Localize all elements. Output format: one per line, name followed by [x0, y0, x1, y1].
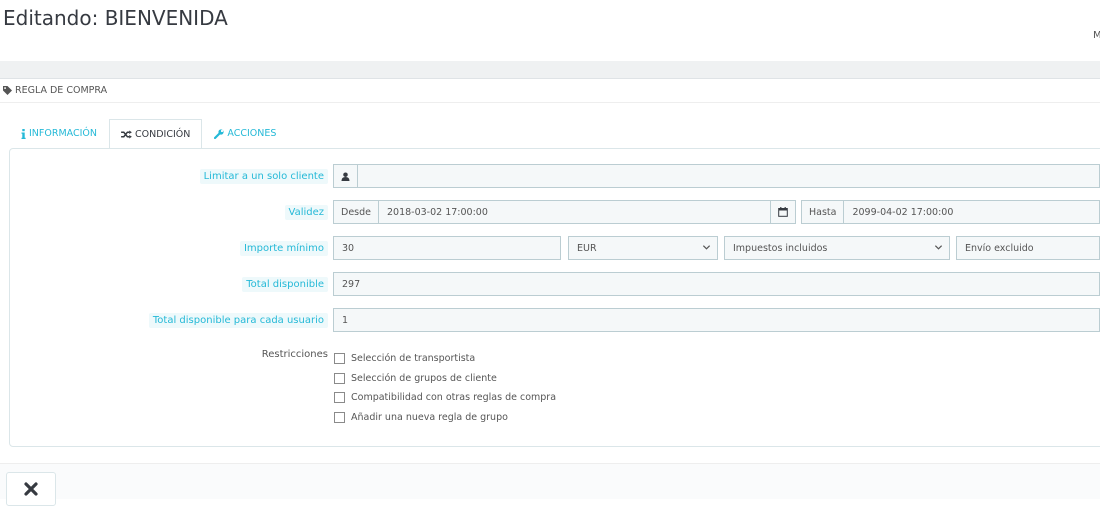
random-icon [121, 130, 132, 139]
customer-input[interactable] [333, 164, 1100, 188]
restriction-label: Selección de grupos de cliente [351, 372, 497, 384]
minimum-label-wrap: Importe mínimo [239, 236, 328, 260]
chevron-down-icon [934, 245, 943, 250]
date-to-value: 2099-04-02 17:00:00 [852, 206, 954, 218]
restriction-carrier[interactable]: Selección de transportista [334, 349, 556, 369]
validity-label: Validez [284, 204, 328, 220]
tab-bar: INFORMACIÓN CONDICIÓN ACCIONES [9, 118, 288, 149]
cancel-button[interactable] [6, 472, 56, 506]
date-to-input[interactable]: Hasta 2099-04-02 17:00:00 [801, 200, 1100, 224]
restriction-customer-groups[interactable]: Selección de grupos de cliente [334, 369, 556, 389]
restrictions-label-wrap: Restricciones [262, 344, 328, 364]
currency-select[interactable]: EUR [568, 236, 718, 260]
date-from-value: 2018-03-02 17:00:00 [386, 206, 488, 218]
tag-icon [3, 86, 12, 95]
minimum-label: Importe mínimo [239, 240, 328, 256]
validity-label-wrap: Validez [284, 200, 328, 224]
chevron-down-icon [702, 245, 711, 250]
top-right-text: M [1093, 30, 1100, 41]
checkbox[interactable] [334, 392, 345, 404]
wrench-icon [214, 128, 224, 139]
restriction-label: Selección de transportista [351, 353, 476, 365]
restriction-label: Compatibilidad con otras reglas de compr… [351, 392, 557, 404]
restriction-label: Añadir una nueva regla de grupo [351, 411, 508, 423]
customer-label-wrap: Limitar a un solo cliente [199, 164, 328, 188]
shipping-select[interactable]: Envío excluido [956, 236, 1100, 260]
total-per-user-label: Total disponible para cada usuario [148, 312, 328, 328]
currency-value: EUR [577, 242, 597, 254]
tab-informacion[interactable]: INFORMACIÓN [9, 118, 109, 148]
panel-footer [0, 463, 1100, 499]
date-from-input[interactable]: Desde 2018-03-02 17:00:00 [333, 200, 796, 224]
date-to-addon: Hasta [802, 201, 845, 223]
close-icon [24, 482, 38, 496]
panel-header: REGLA DE COMPRA [0, 79, 1100, 103]
total-per-user-label-wrap: Total disponible para cada usuario [148, 308, 328, 332]
info-icon [21, 128, 26, 139]
tax-select[interactable]: Impuestos incluidos [724, 236, 950, 260]
checkbox[interactable] [334, 372, 345, 384]
tab-acciones-label: ACCIONES [227, 128, 277, 139]
customer-addon [334, 165, 358, 187]
toolbar-strip [0, 61, 1100, 79]
minimum-amount-value: 30 [342, 242, 355, 254]
tab-condicion[interactable]: CONDICIÓN [109, 119, 203, 149]
date-from-addon: Desde [334, 201, 379, 223]
total-available-label: Total disponible [242, 276, 328, 292]
tab-acciones[interactable]: ACCIONES [202, 118, 288, 148]
user-icon [341, 171, 350, 181]
tab-informacion-label: INFORMACIÓN [29, 128, 97, 139]
total-available-value: 297 [342, 278, 361, 290]
total-available-label-wrap: Total disponible [242, 272, 328, 296]
calendar-button[interactable] [770, 201, 795, 223]
restrictions-list: Selección de transportista Selección de … [334, 349, 556, 427]
total-available-input[interactable]: 297 [333, 272, 1100, 296]
checkbox[interactable] [334, 353, 345, 365]
customer-label: Limitar a un solo cliente [199, 168, 328, 184]
restriction-group-rule[interactable]: Añadir una nueva regla de grupo [334, 408, 556, 428]
minimum-amount-input[interactable]: 30 [333, 236, 561, 260]
shipping-value: Envío excluido [965, 242, 1034, 254]
total-per-user-input[interactable]: 1 [333, 308, 1100, 332]
page-title: Editando: BIENVENIDA [3, 6, 228, 30]
restrictions-label: Restricciones [261, 348, 328, 360]
restriction-compatibility[interactable]: Compatibilidad con otras reglas de compr… [334, 388, 556, 408]
panel-header-label: REGLA DE COMPRA [15, 85, 108, 96]
tab-condicion-label: CONDICIÓN [135, 129, 191, 140]
total-per-user-value: 1 [342, 314, 349, 326]
checkbox[interactable] [334, 411, 345, 423]
tax-value: Impuestos incluidos [733, 242, 828, 254]
calendar-icon [778, 207, 788, 217]
